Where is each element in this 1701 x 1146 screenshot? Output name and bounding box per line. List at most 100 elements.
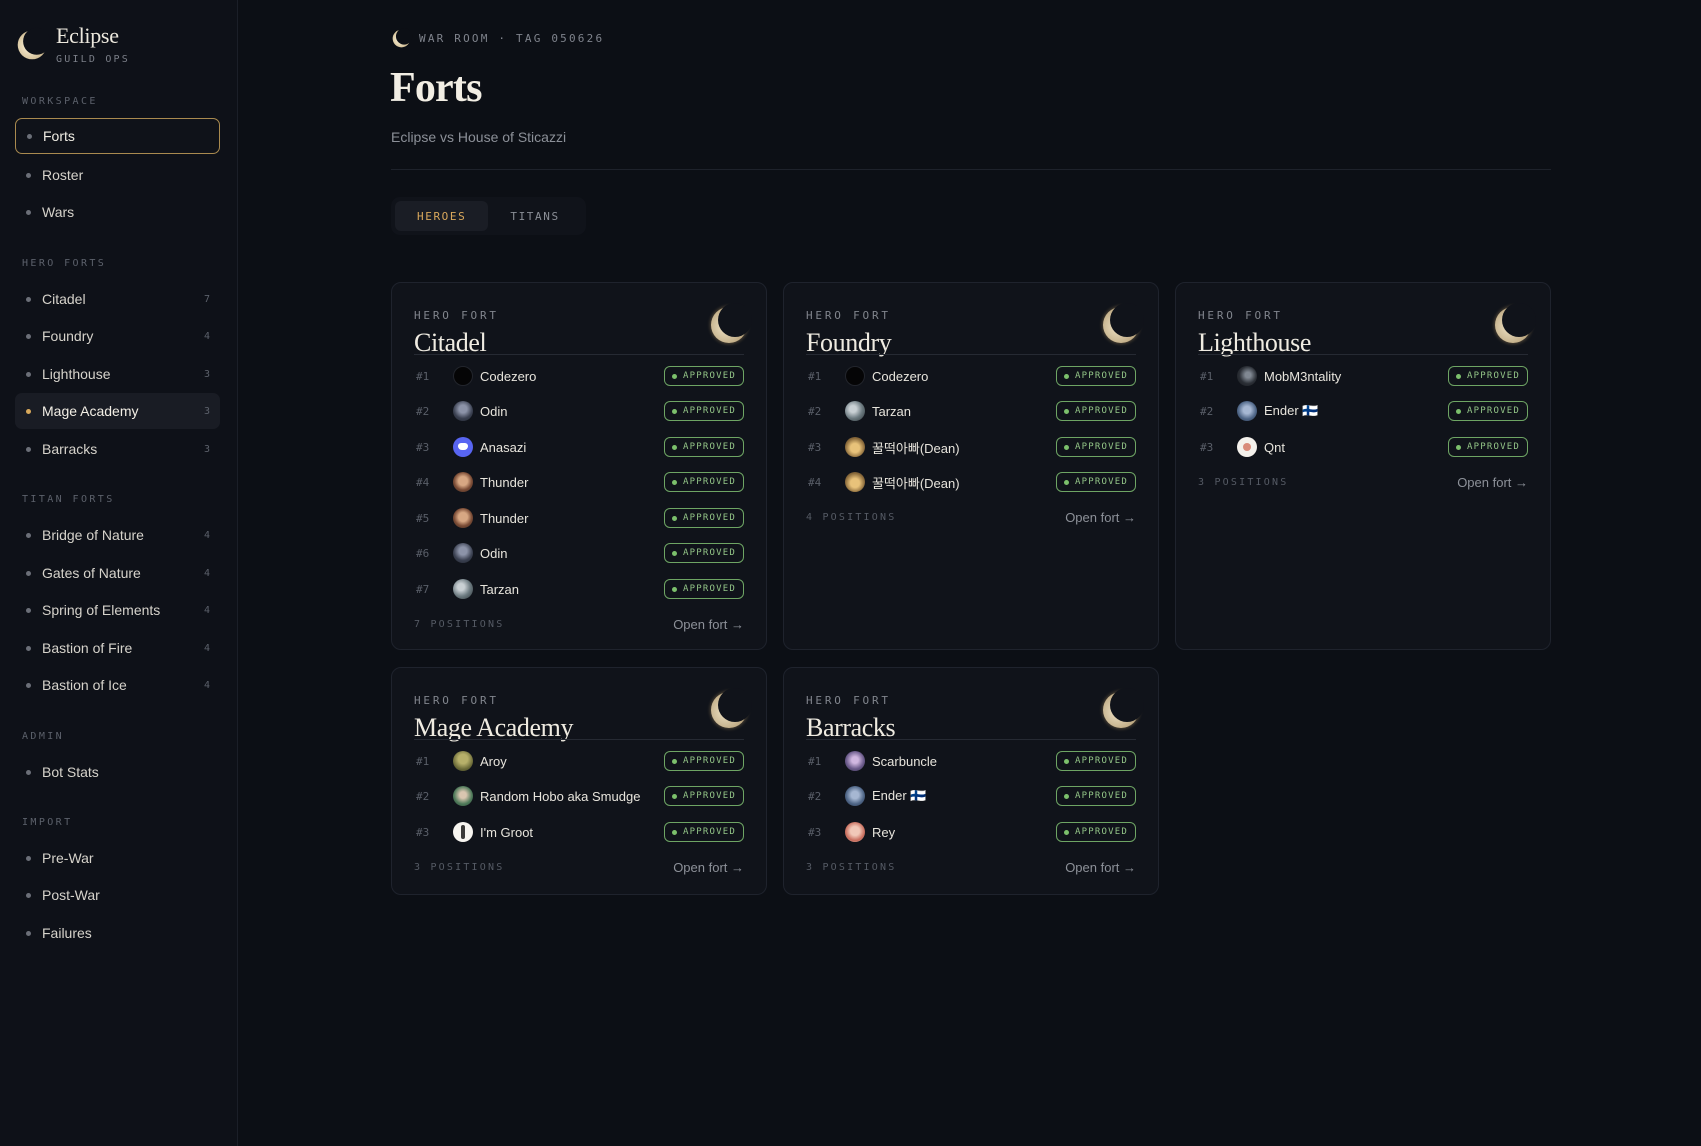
fort-card-foundry[interactable]: HERO FORT Foundry #1 Codezero APPROVED #2 T… [783,282,1159,650]
sidebar-item-post-war[interactable]: Post-War [15,877,220,913]
slot-row[interactable]: #1 MobM3ntality APPROVED [1198,358,1528,394]
slot-number: #3 [808,825,822,839]
player-name: Thunder [480,510,529,526]
card-kicker: HERO FORT [414,309,499,322]
avatar [845,401,865,421]
sidebar-item-pre-war[interactable]: Pre-War [15,840,220,876]
brand[interactable]: Eclipse GUILD OPS [15,24,130,65]
open-fort-link[interactable]: Open fort → [673,860,744,875]
eclipse-moon-icon [706,299,754,347]
slot-row[interactable]: #3 I'm Groot APPROVED [414,814,744,850]
bullet-icon [26,682,31,688]
slot-row[interactable]: #2 Tarzan APPROVED [806,393,1136,429]
slot-row[interactable]: #6 Odin APPROVED [414,535,744,571]
bullet-icon [26,296,31,302]
player-name: I'm Groot [480,824,534,840]
slot-number: #2 [416,789,430,803]
sidebar-item-bridge-of-nature[interactable]: Bridge of Nature 4 [15,517,220,553]
brand-subtitle: GUILD OPS [56,54,130,65]
sidebar-item-barracks[interactable]: Barracks 3 [15,431,220,467]
sidebar-item-count: 4 [203,330,210,342]
avatar [845,437,865,457]
card-footer: 3 POSITIONS Open fort → [1198,472,1528,492]
slot-row[interactable]: #2 Ender 🇫🇮 APPROVED [806,778,1136,814]
card-kicker: HERO FORT [1198,309,1283,322]
fort-card-citadel[interactable]: HERO FORT Citadel #1 Codezero APPROVED #2 O… [391,282,767,650]
sidebar-item-label: Foundry [42,328,94,344]
sidebar-item-foundry[interactable]: Foundry 4 [15,318,220,354]
avatar [845,786,865,806]
sidebar-item-label: Citadel [42,291,86,307]
status-badge: APPROVED [1056,437,1136,457]
fort-card-lighthouse[interactable]: HERO FORT Lighthouse #1 MobM3ntality APPRO… [1175,282,1551,650]
brand-title: Eclipse [56,23,119,48]
slot-row[interactable]: #2 Ender 🇫🇮 APPROVED [1198,393,1528,429]
slot-row[interactable]: #3 Rey APPROVED [806,814,1136,850]
eclipse-logo-icon [15,26,51,62]
sidebar-item-gates-of-nature[interactable]: Gates of Nature 4 [15,555,220,591]
open-fort-link[interactable]: Open fort → [1065,860,1136,875]
avatar [453,579,473,599]
tab-titans[interactable]: TITANS [488,201,581,231]
slot-row[interactable]: #4 Thunder APPROVED [414,464,744,500]
open-fort-link[interactable]: Open fort → [1457,475,1528,490]
sidebar-item-label: Wars [42,204,75,220]
fort-card-barracks[interactable]: HERO FORT Barracks #1 Scarbuncle APPROVED … [783,667,1159,895]
slot-number: #1 [416,369,430,383]
slot-number: #6 [416,546,430,560]
card-divider [1198,354,1528,355]
slot-row[interactable]: #1 Aroy APPROVED [414,743,744,779]
sidebar: Eclipse GUILD OPS WORKSPACE Forts Roster… [0,0,238,1146]
slot-row[interactable]: #1 Codezero APPROVED [806,358,1136,394]
player-name: Odin [480,403,508,419]
status-badge: APPROVED [1448,366,1528,386]
slot-number: #3 [1200,440,1214,454]
sidebar-item-roster[interactable]: Roster [15,157,220,193]
open-fort-link[interactable]: Open fort → [673,617,744,632]
sidebar-item-wars[interactable]: Wars [15,194,220,230]
bullet-icon [26,371,31,377]
sidebar-item-bastion-of-ice[interactable]: Bastion of Ice 4 [15,667,220,703]
card-divider [414,739,744,740]
page-subtitle: Eclipse vs House of Sticazzi [391,129,567,145]
slot-row[interactable]: #2 Random Hobo aka Smudge APPROVED [414,778,744,814]
slot-row[interactable]: #3 Qnt APPROVED [1198,429,1528,465]
fort-card-mage-academy[interactable]: HERO FORT Mage Academy #1 Aroy APPROVED #2… [391,667,767,895]
slot-row[interactable]: #7 Tarzan APPROVED [414,571,744,607]
sidebar-item-bot-stats[interactable]: Bot Stats [15,754,220,790]
sidebar-item-citadel[interactable]: Citadel 7 [15,281,220,317]
slot-row[interactable]: #1 Codezero APPROVED [414,358,744,394]
card-divider [414,354,744,355]
player-name: Codezero [872,368,929,384]
status-badge: APPROVED [664,786,744,806]
slot-row[interactable]: #1 Scarbuncle APPROVED [806,743,1136,779]
eclipse-moon-icon [1098,299,1146,347]
slot-row[interactable]: #3 Anasazi APPROVED [414,429,744,465]
sidebar-item-bastion-of-fire[interactable]: Bastion of Fire 4 [15,630,220,666]
sidebar-item-count: 4 [203,642,210,654]
sidebar-item-lighthouse[interactable]: Lighthouse 3 [15,356,220,392]
sidebar-item-count: 4 [203,604,210,616]
status-badge: APPROVED [664,751,744,771]
sidebar-item-spring-of-elements[interactable]: Spring of Elements 4 [15,592,220,628]
sidebar-item-mage-academy[interactable]: Mage Academy 3 [15,393,220,429]
avatar [453,437,473,457]
slot-row[interactable]: #2 Odin APPROVED [414,393,744,429]
nav-heading-admin: ADMIN [22,731,65,742]
sidebar-item-label: Mage Academy [42,403,139,419]
sidebar-item-failures[interactable]: Failures [15,915,220,951]
slot-row[interactable]: #5 Thunder APPROVED [414,500,744,536]
slot-number: #3 [416,825,430,839]
slot-row[interactable]: #4 꿀떡아빠(Dean) APPROVED [806,464,1136,500]
status-badge: APPROVED [1056,401,1136,421]
slot-number: #2 [1200,404,1214,418]
sidebar-item-forts[interactable]: Forts [15,118,220,154]
tab-heroes[interactable]: HEROES [395,201,489,231]
slot-number: #1 [808,754,822,768]
sidebar-item-label: Bastion of Fire [42,640,133,656]
slot-row[interactable]: #3 꿀떡아빠(Dean) APPROVED [806,429,1136,465]
bullet-icon [26,408,31,414]
avatar [845,751,865,771]
open-fort-link[interactable]: Open fort → [1065,510,1136,525]
player-name: Anasazi [480,439,527,455]
